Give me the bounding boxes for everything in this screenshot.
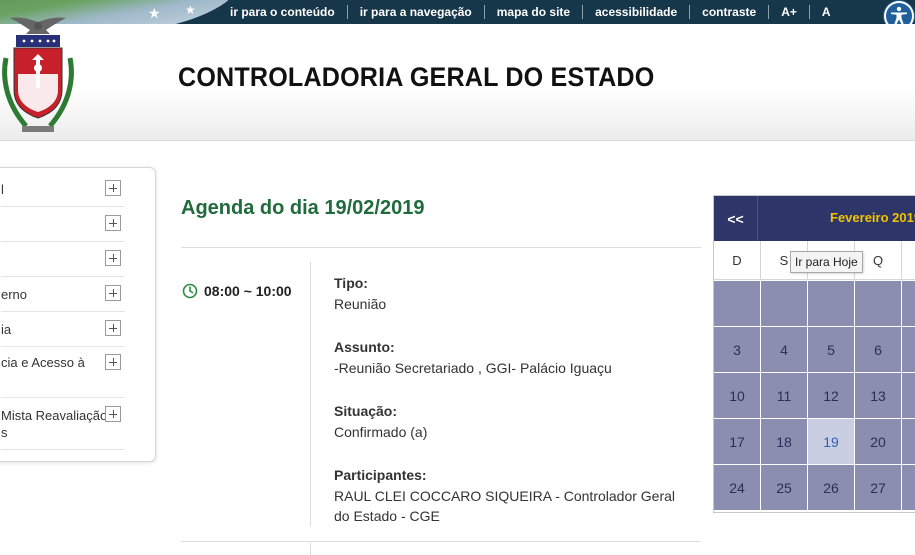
skip-to-navigation-link[interactable]: ir para a navegação — [348, 5, 484, 19]
sitemap-link[interactable]: mapa do site — [485, 5, 582, 19]
menu-item-label: ia — [1, 322, 12, 337]
skip-to-content-link[interactable]: ir para o conteúdo — [218, 5, 347, 19]
go-to-today-tooltip: Ir para Hoje — [790, 251, 863, 273]
calendar-day — [761, 281, 807, 326]
menu-item-label: erno — [1, 287, 28, 302]
calendar-day[interactable]: 26 — [808, 465, 854, 510]
divider — [310, 543, 311, 555]
event-time: 08:00 ~ 10:00 — [182, 283, 292, 299]
calendar-day — [902, 281, 915, 326]
field-value: Confirmado (a) — [334, 424, 428, 440]
field-label: Tipo: — [334, 275, 368, 291]
calendar-day[interactable]: 18 — [761, 419, 807, 464]
menu-item[interactable]: ia — [1, 312, 125, 347]
divider — [181, 247, 701, 248]
calendar-day[interactable]: 25 — [761, 465, 807, 510]
expand-plus-icon[interactable] — [105, 354, 121, 370]
previous-month-button[interactable]: << — [714, 196, 758, 241]
calendar-day[interactable]: 3 — [714, 327, 760, 372]
calendar-day[interactable]: 5 — [808, 327, 854, 372]
calendar-day[interactable]: 11 — [761, 373, 807, 418]
calendar: << Fevereiro 2019 D S T Q 3 4 5 6 10 11 … — [713, 195, 915, 513]
weekday-label — [902, 241, 915, 280]
menu-item[interactable]: erno — [1, 277, 125, 312]
contrast-link[interactable]: contraste — [690, 5, 768, 19]
divider — [310, 262, 311, 526]
calendar-day[interactable]: 6 — [855, 327, 901, 372]
menu-item-label: cia e Acesso à — [1, 355, 85, 370]
field-label: Participantes: — [334, 467, 427, 483]
field-value: RAUL CLEI COCCARO SIQUEIRA - Controlador… — [334, 488, 676, 524]
event-status: Situação: Confirmado (a) — [334, 402, 694, 442]
event-type: Tipo: Reunião — [334, 274, 694, 314]
expand-plus-icon[interactable] — [105, 406, 121, 422]
page: ★ ★ ir para o conteúdo ir para a navegaç… — [0, 0, 915, 555]
site-title: CONTROLADORIA GERAL DO ESTADO — [178, 62, 655, 92]
expand-plus-icon[interactable] — [105, 250, 121, 266]
calendar-day[interactable]: 24 — [714, 465, 760, 510]
calendar-header: << Fevereiro 2019 — [714, 196, 915, 241]
top-bar: ★ ★ ir para o conteúdo ir para a navegaç… — [0, 0, 915, 24]
expand-plus-icon[interactable] — [105, 180, 121, 196]
calendar-day — [808, 281, 854, 326]
expand-plus-icon[interactable] — [105, 215, 121, 231]
font-reset-link[interactable]: A — [810, 5, 843, 19]
accessibility-link[interactable]: acessibilidade — [583, 5, 689, 19]
star-icon: ★ — [185, 3, 196, 17]
calendar-day[interactable]: 12 — [808, 373, 854, 418]
calendar-day[interactable]: 27 — [855, 465, 901, 510]
agenda-title: Agenda do dia 19/02/2019 — [181, 197, 425, 219]
site-header: CONTROLADORIA GERAL DO ESTADO — [0, 17, 915, 141]
expand-plus-icon[interactable] — [105, 285, 121, 301]
calendar-day[interactable]: 17 — [714, 419, 760, 464]
event-subject: Assunto: -Reunião Secretariado , GGI- Pa… — [334, 338, 694, 378]
calendar-day[interactable] — [902, 327, 915, 372]
weekday-label: D — [714, 241, 761, 280]
calendar-day[interactable]: 4 — [761, 327, 807, 372]
calendar-day-today[interactable]: 19 — [808, 419, 854, 464]
menu-item[interactable]: Mista Reavaliação s — [1, 398, 125, 450]
side-menu: l erno ia cia e Acesso à Mista Reavaliaç… — [0, 167, 156, 462]
calendar-day — [714, 281, 760, 326]
menu-item[interactable]: cia e Acesso à — [1, 347, 125, 398]
menu-item[interactable] — [1, 207, 125, 242]
divider — [181, 541, 701, 542]
calendar-day — [855, 281, 901, 326]
menu-item-label: Mista Reavaliação s — [1, 408, 108, 440]
field-value: -Reunião Secretariado , GGI- Palácio Igu… — [334, 360, 612, 376]
calendar-day[interactable] — [902, 465, 915, 510]
field-label: Assunto: — [334, 339, 395, 355]
calendar-day[interactable]: 20 — [855, 419, 901, 464]
expand-plus-icon[interactable] — [105, 320, 121, 336]
font-increase-link[interactable]: A+ — [769, 5, 809, 19]
event-time-text: 08:00 ~ 10:00 — [204, 283, 292, 299]
event-participants: Participantes: RAUL CLEI COCCARO SIQUEIR… — [334, 466, 684, 526]
coat-of-arms-logo — [2, 17, 74, 132]
accessibility-links: ir para o conteúdo ir para a navegação m… — [218, 0, 843, 24]
field-label: Situação: — [334, 403, 398, 419]
calendar-day[interactable] — [902, 419, 915, 464]
calendar-day[interactable]: 10 — [714, 373, 760, 418]
star-icon: ★ — [148, 5, 161, 21]
clock-icon — [182, 283, 198, 299]
calendar-month[interactable]: Fevereiro 2019 — [830, 210, 915, 225]
menu-item[interactable]: l — [1, 168, 125, 207]
field-value: Reunião — [334, 296, 387, 312]
calendar-day[interactable] — [902, 373, 915, 418]
menu-item[interactable] — [1, 242, 125, 277]
menu-item-label: l — [1, 182, 4, 197]
calendar-day[interactable]: 13 — [855, 373, 901, 418]
